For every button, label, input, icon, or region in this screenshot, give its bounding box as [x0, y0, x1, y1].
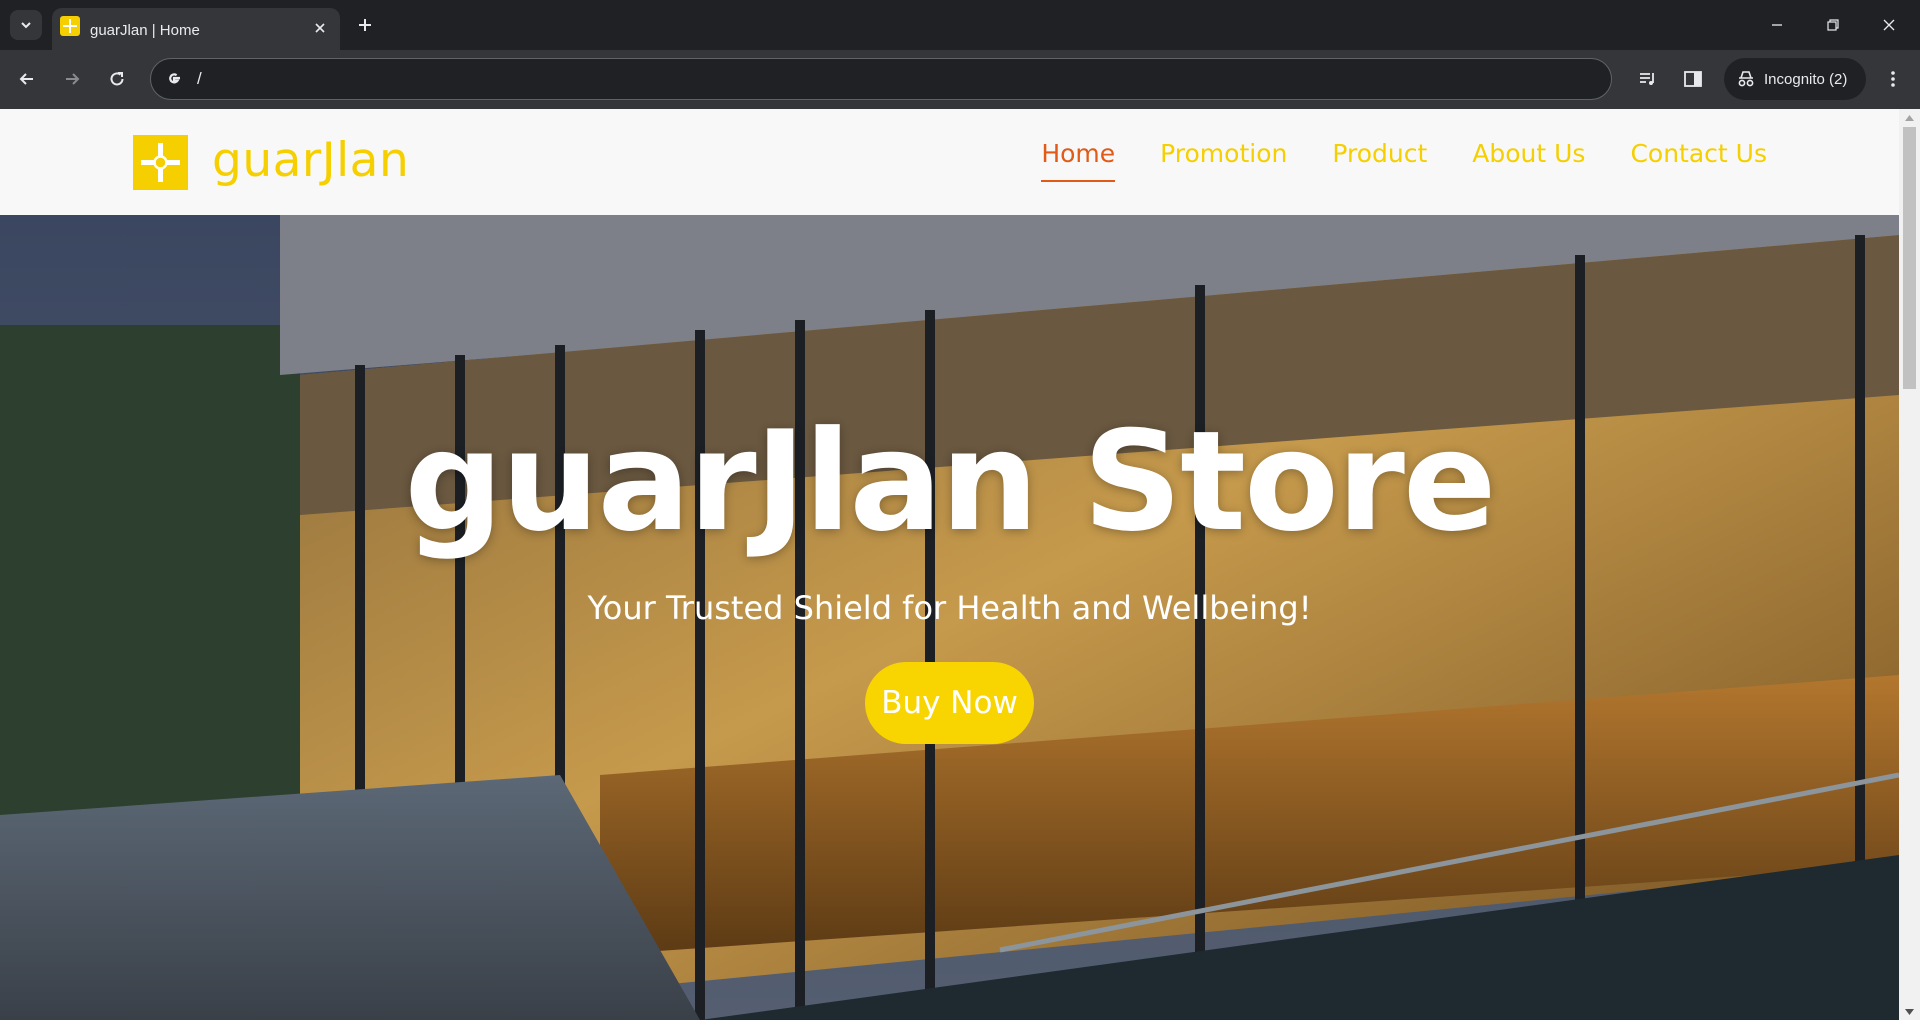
- close-tab-icon[interactable]: [310, 18, 330, 38]
- hero-section: guarJlan Store Your Trusted Shield for H…: [0, 215, 1899, 1020]
- restore-icon: [1827, 19, 1839, 31]
- restore-button[interactable]: [1818, 12, 1848, 38]
- incognito-indicator[interactable]: Incognito (2): [1724, 58, 1866, 100]
- tab-title: guarJlan | Home: [90, 22, 200, 39]
- reload-button[interactable]: [102, 64, 132, 94]
- nav-about-us[interactable]: About Us: [1472, 139, 1585, 182]
- hero-subtitle: Your Trusted Shield for Health and Wellb…: [587, 589, 1312, 627]
- forward-button[interactable]: [57, 64, 87, 94]
- browser-menu-button[interactable]: [1878, 64, 1908, 94]
- media-control-button[interactable]: [1633, 64, 1663, 94]
- scroll-down-icon[interactable]: [1899, 1003, 1920, 1020]
- page-viewport: guarJlan Home Promotion Product About Us…: [0, 109, 1920, 1020]
- chevron-down-icon: [21, 22, 31, 29]
- hero-title: guarJlan Store: [404, 401, 1496, 562]
- browser-tab[interactable]: guarJlan | Home: [52, 8, 340, 50]
- incognito-label: Incognito (2): [1764, 70, 1848, 88]
- site-header: guarJlan Home Promotion Product About Us…: [0, 109, 1899, 215]
- minimize-icon: [1772, 24, 1782, 26]
- media-queue-icon: [1640, 73, 1654, 85]
- scroll-up-icon[interactable]: [1899, 109, 1920, 126]
- more-vert-icon: [1891, 71, 1895, 87]
- reload-icon: [110, 72, 124, 86]
- buy-now-button[interactable]: Buy Now: [865, 662, 1034, 744]
- url-text: /: [197, 69, 202, 88]
- logo-text[interactable]: guarJlan: [212, 133, 409, 188]
- side-panel-button[interactable]: [1678, 64, 1708, 94]
- browser-titlebar: guarJlan | Home: [0, 0, 1920, 50]
- site-favicon-icon: [60, 16, 80, 36]
- new-tab-button[interactable]: [352, 12, 378, 38]
- address-bar[interactable]: /: [150, 58, 1612, 100]
- nav-promotion[interactable]: Promotion: [1160, 139, 1287, 182]
- google-icon: [163, 68, 185, 90]
- forward-arrow-icon: [66, 73, 80, 85]
- plus-icon: [359, 19, 371, 31]
- browser-toolbar: / Incognito (2): [0, 50, 1920, 109]
- back-button[interactable]: [12, 64, 42, 94]
- minimize-button[interactable]: [1762, 12, 1792, 38]
- main-nav: Home Promotion Product About Us Contact …: [1041, 139, 1767, 182]
- nav-product[interactable]: Product: [1332, 139, 1427, 182]
- nav-home[interactable]: Home: [1041, 139, 1116, 182]
- side-panel-icon: [1684, 71, 1702, 87]
- page-scrollbar[interactable]: [1899, 109, 1920, 1020]
- close-window-button[interactable]: [1874, 12, 1904, 38]
- tab-search-button[interactable]: [10, 10, 42, 40]
- scroll-thumb[interactable]: [1903, 127, 1916, 389]
- back-arrow-icon: [19, 73, 33, 85]
- incognito-icon: [1738, 71, 1754, 87]
- close-icon: [1883, 19, 1895, 31]
- logo-icon[interactable]: [133, 135, 188, 190]
- nav-contact-us[interactable]: Contact Us: [1630, 139, 1767, 182]
